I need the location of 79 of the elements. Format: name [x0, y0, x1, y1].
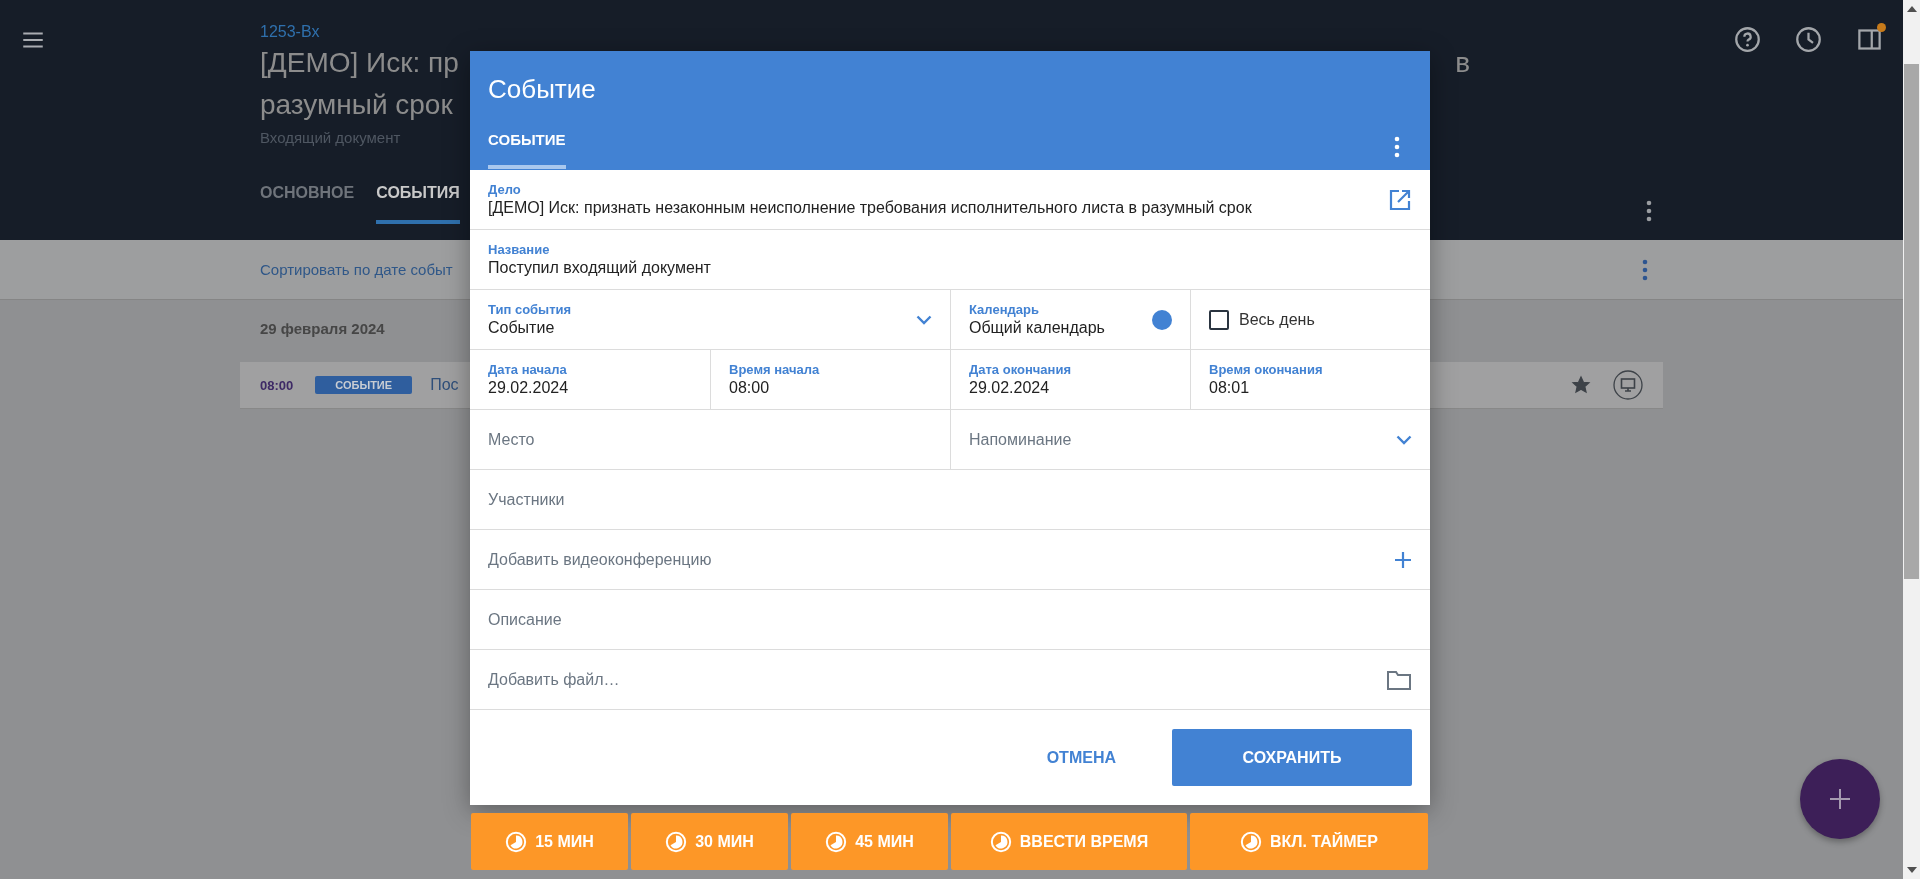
star-icon[interactable]	[1571, 375, 1591, 395]
more-icon[interactable]	[1642, 258, 1648, 281]
form-field[interactable]: Дата окончания 29.02.2024	[950, 350, 1190, 409]
form-field[interactable]: Время начала 08:00	[710, 350, 950, 409]
date-heading: 29 февраля 2024	[259, 319, 385, 339]
field-value: [ДЕМО] Иск: признать незаконным неисполнение требования исполнительного листа в разумный срок	[488, 197, 1253, 218]
field-placeholder: Участники	[488, 490, 566, 509]
field-label: Дело	[488, 181, 522, 198]
form-field[interactable]: Описание	[470, 590, 1430, 649]
form-field[interactable]: Календарь Общий календарь	[950, 290, 1190, 349]
timer-icon	[989, 830, 1012, 853]
scroll-up-icon[interactable]	[1906, 6, 1917, 12]
side-panel-icon[interactable]	[1856, 26, 1883, 53]
field-label: Тип события	[488, 301, 573, 318]
form-field[interactable]: Напоминание	[950, 410, 1430, 469]
scrollbar-thumb[interactable]	[1904, 64, 1919, 579]
tab[interactable]: СОБЫТИЯ	[376, 184, 460, 224]
field-placeholder: Добавить файл…	[488, 670, 621, 689]
cancel-button[interactable]: ОТМЕНА	[1040, 747, 1122, 768]
document-title: [ДЕМО] Иск: пр	[260, 46, 459, 80]
add-button[interactable]	[1800, 759, 1880, 839]
field-label: Дата начала	[488, 361, 568, 378]
field-placeholder: Описание	[488, 610, 563, 629]
form-field[interactable]: Участники	[470, 470, 1430, 529]
document-title: разумный срок	[260, 88, 453, 122]
form-field[interactable]: Название Поступил входящий документ	[470, 230, 1430, 289]
plus-icon[interactable]	[1394, 550, 1412, 569]
field-label: Календарь	[969, 301, 1040, 318]
form-field[interactable]: Тип события Событие	[470, 290, 950, 349]
timer-icon	[665, 830, 688, 853]
form-field[interactable]: Время окончания 08:01	[1190, 350, 1430, 409]
field-label: Название	[488, 241, 551, 258]
field-label: Время начала	[729, 361, 821, 378]
field-value: 29.02.2024	[969, 377, 1051, 398]
document-type: Входящий документ	[260, 128, 401, 148]
event-type-badge: СОБЫТИЕ	[315, 376, 413, 394]
field-value: 08:00	[729, 377, 771, 398]
form-field[interactable]: Место	[470, 410, 950, 469]
help-icon[interactable]	[1734, 26, 1761, 53]
sort-link[interactable]: Сортировать по дате событ	[260, 261, 453, 278]
more-icon[interactable]	[1646, 200, 1652, 222]
field-placeholder: Добавить видеоконференцию	[488, 550, 713, 569]
field-value: 29.02.2024	[488, 377, 570, 398]
more-icon[interactable]	[1394, 136, 1400, 158]
chevron-down-icon[interactable]	[1396, 434, 1412, 445]
field-placeholder: Напоминание	[969, 430, 1073, 449]
checkbox-field[interactable]: Весь день	[1190, 290, 1430, 349]
timer-icon	[825, 830, 848, 853]
field-placeholder: Место	[488, 430, 536, 449]
monitor-icon[interactable]	[1613, 370, 1643, 400]
checkbox[interactable]	[1209, 309, 1229, 330]
scroll-down-icon[interactable]	[1906, 867, 1917, 873]
clock-icon[interactable]	[1795, 26, 1822, 53]
tab[interactable]: ОСНОВНОЕ	[260, 184, 355, 224]
save-button[interactable]: СОХРАНИТЬ	[1172, 729, 1412, 786]
plus-icon	[1828, 787, 1852, 811]
event-title: Пос	[430, 376, 459, 394]
form-field[interactable]: Дата начала 29.02.2024	[470, 350, 710, 409]
form-field[interactable]: Добавить файл…	[470, 650, 1430, 709]
timer-icon	[1240, 830, 1263, 853]
field-label: Дата окончания	[969, 361, 1072, 378]
field-value: Событие	[488, 317, 556, 338]
form-field[interactable]: Дело [ДЕМО] Иск: признать незаконным неисполнение требования исполнительного листа в разумный срок	[470, 170, 1430, 229]
field-label: Время окончания	[1209, 361, 1324, 378]
field-value: Поступил входящий документ	[488, 257, 712, 278]
form-field[interactable]: Добавить видеоконференцию	[470, 530, 1430, 589]
case-number[interactable]: 1253-Вх	[260, 22, 320, 42]
field-value: Общий календарь	[969, 317, 1106, 338]
dialog-title: Событие	[488, 73, 597, 106]
document-title: в	[1455, 46, 1470, 80]
event-time: 08:00	[260, 377, 294, 393]
chevron-down-icon[interactable]	[916, 314, 932, 325]
scrollbar[interactable]	[1903, 0, 1920, 879]
dialog-tab[interactable]: СОБЫТИЕ	[488, 125, 566, 169]
external-link-icon[interactable]	[1388, 187, 1412, 212]
field-value: 08:01	[1209, 377, 1251, 398]
timer-icon	[505, 830, 528, 853]
checkbox-label: Весь день	[1239, 310, 1315, 329]
folder-icon[interactable]	[1386, 668, 1412, 691]
